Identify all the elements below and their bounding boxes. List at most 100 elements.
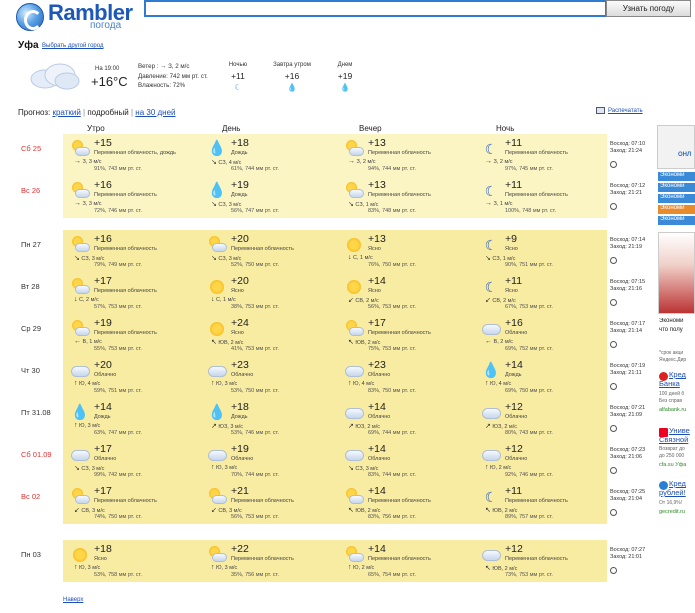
cloud-icon [344, 362, 364, 380]
ad-bank-2-title[interactable]: Связной [659, 435, 695, 444]
cell-wind: ↗ ЮЗ, 2 м/с [485, 422, 517, 430]
wind-value: З, 1 м/с [492, 201, 513, 207]
cell-condition: Облачно [505, 456, 528, 462]
cell-condition: Переменная облачность [505, 556, 568, 562]
wind-arrow-icon: ← [74, 338, 81, 345]
ad-tab[interactable]: Экономи [658, 172, 695, 181]
row-day-label: Пн 03 [21, 550, 41, 559]
ad-bank-2-site[interactable]: cfa.su Уфа [659, 462, 695, 468]
cell-wind: ↘ СЗ, 3 м/с [211, 254, 241, 262]
cell-condition: Ясно [505, 246, 518, 252]
change-city-link[interactable]: Выбрать другой город [42, 43, 103, 49]
sun-icon [207, 278, 227, 296]
current-pressure: Давление: 742 мм рт. ст. [138, 72, 208, 80]
cell-wind: ↘ СЗ, 3 м/с [74, 254, 104, 262]
cell-temperature: +17 [94, 275, 112, 287]
forecast-short-link[interactable]: краткий [52, 108, 80, 117]
moon-phase-icon [610, 203, 617, 210]
moon-phase-icon [610, 383, 617, 390]
moon-phase-icon [610, 257, 617, 264]
cell-humidity-pressure: 90%, 751 мм рт. ст. [505, 262, 553, 268]
search-input[interactable] [144, 0, 607, 17]
wind-value: Ю, 3 м/с [214, 565, 238, 571]
ad-bank-1-title[interactable]: Кред [669, 370, 695, 379]
print-link[interactable]: Распечатать [608, 108, 643, 114]
ad-bank-2-title[interactable]: Униве [669, 426, 695, 435]
cell-humidity-pressure: 83%, 756 мм рт. ст. [368, 514, 416, 520]
ad-banner[interactable]: ОНЛ [657, 125, 695, 169]
ad-bank-1-title[interactable]: Банка [659, 379, 695, 388]
ad-tab[interactable]: Экономи [658, 205, 695, 214]
cell-humidity-pressure: 53%, 758 мм рт. ст. [94, 572, 142, 578]
ad-tab[interactable]: Экономи [658, 194, 695, 203]
ad-bank-3-title[interactable]: рублей! [659, 488, 695, 497]
cell-temperature: +23 [368, 359, 386, 371]
cell-humidity-pressure: 63%, 747 мм рт. ст. [94, 430, 142, 436]
back-to-top-link[interactable]: Наверх [63, 597, 83, 603]
wind-value: З, 3 м/с [81, 201, 102, 207]
cell-humidity-pressure: 91%, 743 мм рт. ст. [94, 166, 142, 172]
row-day-label: Ср 29 [21, 324, 42, 333]
wind-value: З, 2 м/с [492, 159, 513, 165]
ad-bank-3-site[interactable]: gecredit.ru [659, 509, 695, 515]
sunset-time: Заход: 21:16 [610, 286, 643, 292]
cell-wind: ↘ СЗ, 4 м/с [211, 158, 241, 166]
sunrise-time: Восход: 07:27 [610, 547, 646, 553]
ad-bank-3-text: От 16,9%! [659, 500, 683, 506]
rambler-logo-icon[interactable] [16, 3, 44, 31]
cell-humidity-pressure: 89%, 757 мм рт. ст. [505, 514, 553, 520]
sun-cloud-icon [344, 546, 364, 564]
forecast-cell: +17 Облачно ↘ СЗ, 3 м/с 99%, 742 мм рт. ст. [68, 442, 198, 480]
cell-temperature: +19 [231, 179, 249, 191]
forecast-cell: +17 Переменная облачность ↖ ЮВ, 2 м/с 75%, … [342, 316, 472, 354]
wind-arrow-icon: → [485, 200, 492, 207]
search-button[interactable]: Узнать погоду [606, 0, 691, 17]
wind-arrow-icon: → [74, 158, 81, 165]
cell-humidity-pressure: 41%, 753 мм рт. ст. [231, 346, 279, 352]
cell-condition: Облачно [505, 414, 528, 420]
cell-condition: Дождь [94, 414, 111, 420]
sun-icon [344, 278, 364, 296]
cell-humidity-pressure: 35%, 756 мм рт. ст. [231, 572, 279, 578]
cell-condition: Облачно [368, 372, 391, 378]
cell-wind: ↘ СЗ, 3 м/с [74, 464, 104, 472]
cell-condition: Дождь [231, 150, 248, 156]
ad-tab[interactable]: Экономи [658, 183, 695, 192]
cell-temperature: +12 [505, 443, 523, 455]
ad-image[interactable] [658, 232, 695, 314]
sunrise-sunset: Восход: 07:10 Заход: 21:24 [610, 141, 645, 155]
forecast-30-days-link[interactable]: на 30 дней [135, 108, 175, 117]
wind-arrow-icon: → [485, 158, 492, 165]
forecast-cell: +13 Ясно ↓ С, 1 м/с 76%, 750 мм рт. ст. [342, 232, 472, 270]
cell-wind: ↑ Ю, 3 м/с [211, 464, 237, 471]
printer-icon[interactable] [596, 107, 605, 114]
cell-temperature: +13 [368, 233, 386, 245]
ad-tab[interactable]: Экономи [658, 216, 695, 225]
cell-condition: Переменная облачность, дождь [94, 150, 176, 156]
cell-condition: Переменная облачность [505, 192, 568, 198]
cell-temperature: +19 [94, 317, 112, 329]
forecast-cell: +19 Облачно ↑ Ю, 3 м/с 70%, 744 мм рт. ст. [205, 442, 335, 480]
ad-bank-1-site[interactable]: alfabank.ru [659, 407, 695, 413]
forecast-cell: +22 Переменная облачность ↑ Ю, 3 м/с 35%, 7… [205, 542, 335, 580]
moon-icon: ☾ [234, 83, 242, 92]
forecast-cell: 💧 +18 Дождь ↘ СЗ, 4 м/с 61%, 744 мм рт. ст. [205, 136, 335, 174]
logo-subtitle: погода [90, 20, 122, 31]
moon-icon: ☾ [484, 489, 498, 505]
forecast-day-temp: +19 [337, 71, 353, 81]
cell-temperature: +14 [368, 485, 386, 497]
forecast-tomorrow-morning: Завтра утром +16 💧 [265, 62, 319, 92]
ad-source[interactable]: Яндекс.Дир [659, 357, 695, 363]
ad-bank-3-title[interactable]: Кред [669, 479, 695, 488]
cell-temperature: +11 [505, 179, 523, 191]
cell-humidity-pressure: 83%, 750 мм рт. ст. [368, 388, 416, 394]
cloud-icon [70, 446, 90, 464]
cell-wind: ← В, 1 м/с [74, 338, 102, 345]
cell-temperature: +22 [231, 543, 249, 555]
drop-icon: 💧 [287, 83, 297, 92]
cell-temperature: +16 [94, 233, 112, 245]
sunrise-sunset: Восход: 07:21 Заход: 21:09 [610, 405, 645, 419]
sunset-time: Заход: 21:06 [610, 454, 643, 460]
forecast-row: Пт 31.08 💧 +14 Дождь ↑ Ю, 3 м/с 63%, 747 мм р… [0, 398, 695, 440]
cell-wind: ↑ Ю, 2 м/с [485, 464, 511, 471]
